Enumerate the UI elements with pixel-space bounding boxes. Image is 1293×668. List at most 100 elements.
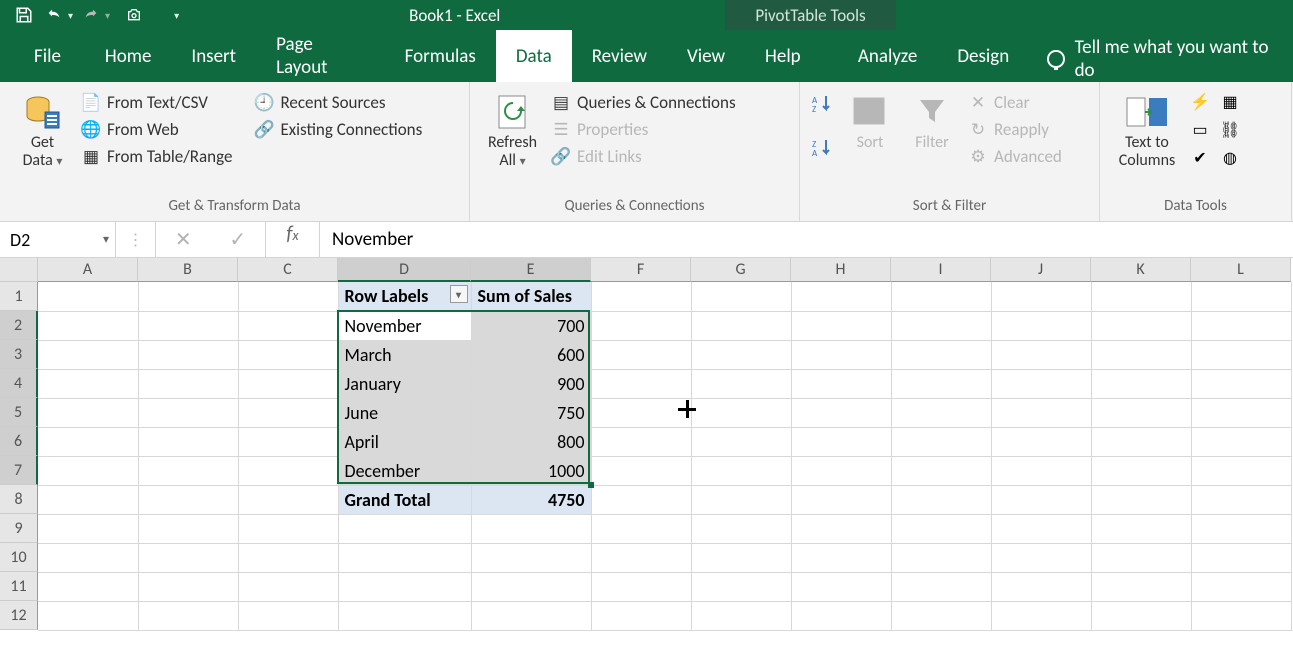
cell-I4[interactable] — [891, 369, 991, 398]
cell-B12[interactable] — [138, 601, 238, 630]
col-header-D[interactable]: D — [338, 258, 471, 282]
cell-H9[interactable] — [791, 514, 891, 543]
cell-A6[interactable] — [38, 427, 138, 456]
cell-I11[interactable] — [891, 572, 991, 601]
cell-I10[interactable] — [891, 543, 991, 572]
from-web-button[interactable]: 🌐From Web — [81, 119, 232, 140]
cell-I9[interactable] — [891, 514, 991, 543]
refresh-all-button[interactable]: RefreshAll ▾ — [480, 92, 545, 169]
cell-G11[interactable] — [691, 572, 791, 601]
save-icon[interactable] — [12, 3, 36, 27]
tab-formulas[interactable]: Formulas — [385, 30, 496, 82]
cell-H6[interactable] — [791, 427, 891, 456]
cell-B5[interactable] — [138, 398, 238, 427]
tab-file[interactable]: File — [10, 30, 85, 82]
from-table-range-button[interactable]: ▦From Table/Range — [81, 146, 232, 167]
col-header-F[interactable]: F — [591, 258, 691, 282]
cell-D11[interactable] — [338, 572, 471, 601]
qat-customize-icon[interactable]: ▾ — [174, 9, 179, 22]
row-header-9[interactable]: 9 — [0, 514, 38, 543]
cell-A9[interactable] — [38, 514, 138, 543]
cell-J4[interactable] — [991, 369, 1091, 398]
advanced-filter-button[interactable]: ⚙Advanced — [968, 146, 1062, 167]
row-header-12[interactable]: 12 — [0, 601, 38, 630]
queries-connections-button[interactable]: ▤Queries & Connections — [551, 92, 736, 113]
cell-A10[interactable] — [38, 543, 138, 572]
cell-A12[interactable] — [38, 601, 138, 630]
cell-A1[interactable] — [38, 282, 138, 311]
row-header-6[interactable]: 6 — [0, 427, 38, 456]
cell-L4[interactable] — [1191, 369, 1291, 398]
tab-review[interactable]: Review — [572, 30, 667, 82]
cell-C2[interactable] — [238, 311, 338, 340]
cell-B8[interactable] — [138, 485, 238, 514]
cell-L7[interactable] — [1191, 456, 1291, 485]
col-header-E[interactable]: E — [471, 258, 591, 282]
tab-help[interactable]: Help — [745, 30, 821, 82]
undo-caret-icon[interactable]: ▾ — [68, 9, 73, 22]
cell-H12[interactable] — [791, 601, 891, 630]
cell-F10[interactable] — [591, 543, 691, 572]
cell-H4[interactable] — [791, 369, 891, 398]
row-header-3[interactable]: 3 — [0, 340, 38, 369]
cell-G3[interactable] — [691, 340, 791, 369]
cell-D5[interactable]: June — [338, 398, 471, 427]
cell-C8[interactable] — [238, 485, 338, 514]
row-header-11[interactable]: 11 — [0, 572, 38, 601]
from-text-csv-button[interactable]: 📄From Text/CSV — [81, 92, 232, 113]
row-header-1[interactable]: 1 — [0, 282, 38, 311]
cell-B2[interactable] — [138, 311, 238, 340]
col-header-G[interactable]: G — [691, 258, 791, 282]
name-box[interactable]: D2▾ — [0, 222, 116, 257]
col-header-B[interactable]: B — [138, 258, 238, 282]
cell-I5[interactable] — [891, 398, 991, 427]
cell-J6[interactable] — [991, 427, 1091, 456]
cell-L8[interactable] — [1191, 485, 1291, 514]
row-header-8[interactable]: 8 — [0, 485, 38, 514]
camera-icon[interactable] — [122, 3, 146, 27]
cell-L12[interactable] — [1191, 601, 1291, 630]
cell-L9[interactable] — [1191, 514, 1291, 543]
cancel-formula-icon[interactable]: ✕ — [175, 227, 192, 252]
tab-page-layout[interactable]: Page Layout — [256, 30, 385, 82]
tab-design[interactable]: Design — [937, 30, 1029, 82]
cell-I7[interactable] — [891, 456, 991, 485]
edit-links-button[interactable]: 🔗Edit Links — [551, 146, 736, 167]
cell-G10[interactable] — [691, 543, 791, 572]
text-to-columns-button[interactable]: Text toColumns — [1110, 92, 1184, 169]
cell-G5[interactable] — [691, 398, 791, 427]
cell-K3[interactable] — [1091, 340, 1191, 369]
cell-H5[interactable] — [791, 398, 891, 427]
cell-F6[interactable] — [591, 427, 691, 456]
cell-E1[interactable]: Sum of Sales — [471, 282, 591, 311]
select-all-corner[interactable] — [0, 258, 38, 282]
cell-A5[interactable] — [38, 398, 138, 427]
cell-K8[interactable] — [1091, 485, 1191, 514]
cell-A8[interactable] — [38, 485, 138, 514]
cell-B11[interactable] — [138, 572, 238, 601]
filter-button[interactable]: Filter — [904, 92, 960, 152]
tab-home[interactable]: Home — [85, 30, 172, 82]
selection-handle[interactable] — [588, 482, 594, 488]
cell-I2[interactable] — [891, 311, 991, 340]
cell-K6[interactable] — [1091, 427, 1191, 456]
cell-B4[interactable] — [138, 369, 238, 398]
row-header-7[interactable]: 7 — [0, 456, 38, 485]
cell-D4[interactable]: January — [338, 369, 471, 398]
cell-C5[interactable] — [238, 398, 338, 427]
cell-J5[interactable] — [991, 398, 1091, 427]
cell-E8[interactable]: 4750 — [471, 485, 591, 514]
cell-H3[interactable] — [791, 340, 891, 369]
cell-F9[interactable] — [591, 514, 691, 543]
cell-G8[interactable] — [691, 485, 791, 514]
cell-B3[interactable] — [138, 340, 238, 369]
cell-C10[interactable] — [238, 543, 338, 572]
reapply-button[interactable]: ↻Reapply — [968, 119, 1062, 140]
column-headers[interactable]: ABCDEFGHIJKL — [38, 258, 1291, 282]
properties-button[interactable]: ☰Properties — [551, 119, 736, 140]
cell-E7[interactable]: 1000 — [471, 456, 591, 485]
data-model-icon[interactable]: ◍ — [1220, 148, 1240, 168]
cell-D2[interactable]: November — [338, 311, 471, 340]
cell-E12[interactable] — [471, 601, 591, 630]
cell-F4[interactable] — [591, 369, 691, 398]
